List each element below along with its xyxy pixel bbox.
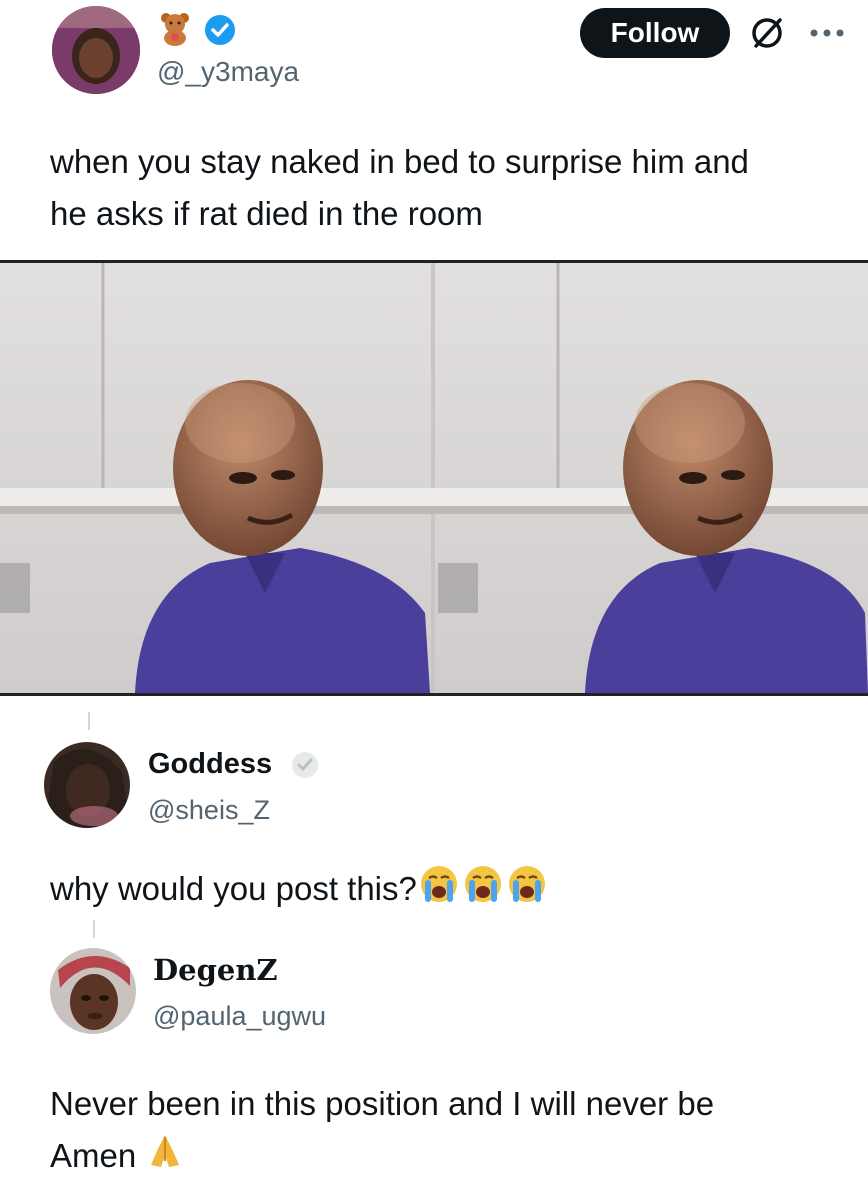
- reply-text-line: Never been in this position and I will n…: [50, 1085, 715, 1122]
- verified-badge-icon: [204, 14, 236, 51]
- no-entry-icon[interactable]: [748, 14, 786, 57]
- post-text: when you stay naked in bed to surprise h…: [50, 136, 850, 240]
- reply-author-handle[interactable]: @paula_ugwu: [153, 1001, 326, 1032]
- thread-connector: [88, 712, 90, 730]
- reply-author-name[interactable]: Goddess: [148, 748, 272, 781]
- reply-text-content: why would you post this?: [50, 870, 417, 908]
- reply-author-name[interactable]: DegenZ: [153, 953, 278, 987]
- more-icon[interactable]: [808, 26, 848, 44]
- crying-face-icon: [461, 862, 505, 921]
- post-text-line: when you stay naked in bed to surprise h…: [50, 143, 749, 180]
- follow-button[interactable]: Follow: [580, 8, 730, 58]
- reply-text: why would you post this?: [50, 862, 549, 921]
- praying-hands-icon: [145, 1131, 185, 1186]
- reply-author-handle[interactable]: @sheis_Z: [148, 795, 270, 826]
- avatar[interactable]: [50, 948, 136, 1034]
- reply-text-line: Amen: [50, 1137, 137, 1174]
- post-handle[interactable]: @_y3maya: [157, 56, 299, 88]
- crying-face-icon: [417, 862, 461, 921]
- verified-badge-icon: [290, 750, 320, 785]
- post-image[interactable]: [0, 260, 868, 696]
- teddy-bear-icon: [160, 12, 190, 51]
- reply-text: Never been in this position and I will n…: [50, 1078, 860, 1186]
- avatar[interactable]: [44, 742, 130, 828]
- thread-connector: [93, 920, 95, 938]
- crying-face-icon: [505, 862, 549, 921]
- post-text-line: he asks if rat died in the room: [50, 195, 483, 232]
- avatar[interactable]: [52, 6, 140, 94]
